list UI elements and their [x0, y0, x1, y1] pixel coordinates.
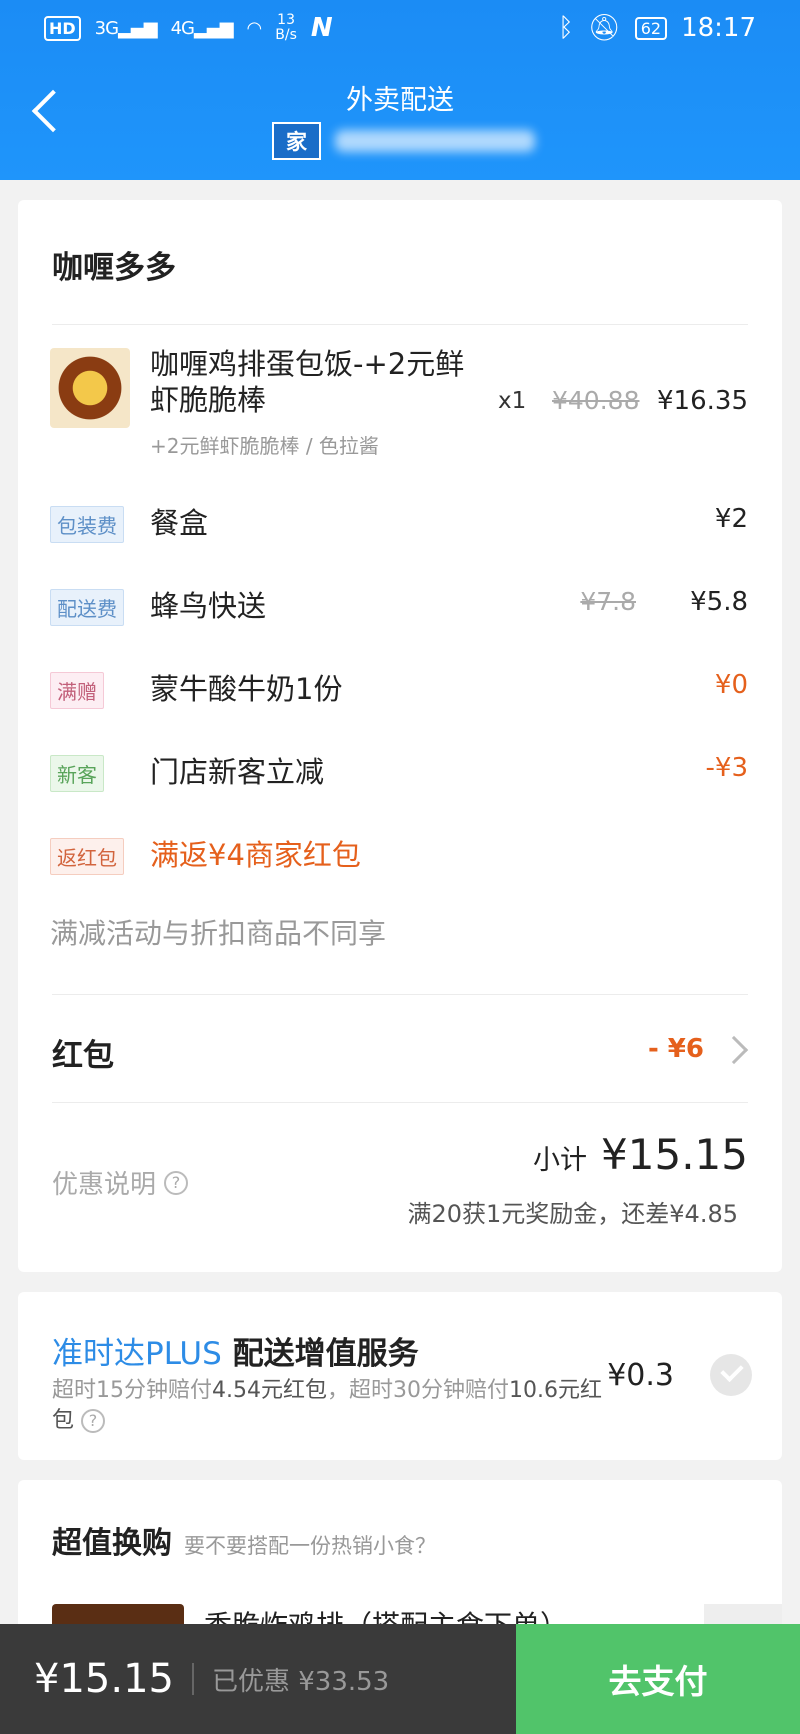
fee-label: 蜂鸟快送 — [150, 589, 267, 623]
hongbao-value: - ¥6 — [647, 1034, 704, 1064]
status-bar: HD 3G▂▄▆ 4G▂▄▆ ◠ 13 B/s N ᛒ 🔕︎ 62 18:17 — [0, 0, 800, 56]
clock-time: 18:17 — [681, 13, 756, 43]
food-image — [50, 348, 130, 428]
bluetooth-icon: ᛒ — [558, 13, 574, 43]
hd-icon: HD — [44, 15, 81, 41]
plus-service-card[interactable]: 准时达PLUS 配送增值服务 超时15分钟赔付4.54元红包，超时30分钟赔付1… — [18, 1292, 782, 1460]
total-section: ¥15.15 已优惠 ¥33.53 — [0, 1624, 516, 1734]
plus-brand: 准时达PLUS — [52, 1336, 222, 1372]
deals-title: 超值换购 — [52, 1526, 172, 1561]
network-speed: 13 B/s — [275, 12, 297, 43]
plus-service-title: 准时达PLUS 配送增值服务 — [52, 1336, 419, 1372]
item-spec: +2元鲜虾脆脆棒 / 色拉酱 — [150, 434, 379, 458]
deals-subtitle: 要不要搭配一份热销小食？ — [184, 1534, 436, 1558]
item-quantity: x1 — [498, 388, 527, 414]
deals-header: 超值换购 要不要搭配一份热销小食？ — [52, 1518, 436, 1562]
divider — [52, 994, 748, 995]
address-tag: 家 — [272, 122, 321, 160]
total-amount: ¥15.15 — [34, 1656, 174, 1702]
battery-icon: 62 — [634, 16, 668, 40]
fee-row-gift: 满赠 蒙牛酸牛奶1份 ¥0 — [50, 666, 748, 710]
promo-label: 优惠说明 — [52, 1170, 157, 1200]
fee-row-delivery: 配送费 蜂鸟快送 ¥7.8 ¥5.8 — [50, 583, 748, 627]
app-n-icon: N — [310, 13, 333, 43]
bottom-bar: ¥15.15 已优惠 ¥33.53 去支付 — [0, 1624, 800, 1734]
address-selector[interactable]: 家 — [272, 122, 535, 160]
promo-info-link[interactable]: 优惠说明 ? — [52, 1164, 189, 1201]
fee-label: 满返¥4商家红包 — [150, 838, 361, 872]
fee-tag: 新客 — [50, 755, 104, 792]
fee-label: 餐盒 — [150, 506, 209, 540]
fee-price: ¥0 — [714, 670, 748, 700]
divider — [52, 1102, 748, 1103]
fee-row-new-customer: 新客 门店新客立减 -¥3 — [50, 749, 748, 793]
subtotal-label: 小计 — [533, 1145, 588, 1176]
fee-tag: 包装费 — [50, 506, 124, 543]
page-title: 外卖配送 — [346, 85, 454, 116]
item-original-price: ¥40.88 — [552, 386, 640, 415]
subtotal-value: ¥15.15 — [601, 1130, 748, 1179]
item-price: ¥16.35 — [657, 386, 748, 416]
plus-service-price: ¥0.3 — [607, 1358, 674, 1393]
subtotal: 小计 ¥15.15 — [533, 1130, 748, 1179]
fee-price: ¥2 — [714, 504, 748, 534]
fee-tag: 返红包 — [50, 838, 124, 875]
chevron-right-icon — [719, 1035, 749, 1065]
fee-label: 门店新客立减 — [150, 755, 325, 789]
check-circle-icon[interactable] — [710, 1354, 752, 1396]
item-name: 咖喱鸡排蛋包饭-+2元鲜虾脆脆棒 — [150, 347, 465, 417]
divider — [191, 1663, 194, 1695]
signal-3g-icon: 3G▂▄▆ — [94, 17, 158, 39]
divider — [52, 324, 748, 325]
shop-name: 咖喱多多 — [52, 250, 176, 286]
fee-label: 蒙牛酸牛奶1份 — [150, 672, 343, 706]
fee-row-packaging: 包装费 餐盒 ¥2 — [50, 500, 748, 544]
fee-row-cashback: 返红包 满返¥4商家红包 — [50, 832, 748, 876]
signal-4g-icon: 4G▂▄▆ — [170, 17, 234, 39]
address-text-blurred — [335, 130, 535, 152]
fee-price: -¥3 — [705, 753, 748, 783]
mute-bell-icon: 🔕︎ — [587, 13, 621, 43]
header: HD 3G▂▄▆ 4G▂▄▆ ◠ 13 B/s N ᛒ 🔕︎ 62 18:17 外… — [0, 0, 800, 180]
fee-price: ¥5.8 — [690, 587, 748, 617]
plus-service-desc: 超时15分钟赔付4.54元红包，超时30分钟赔付10.6元红包 ? — [52, 1378, 602, 1433]
order-card: 咖喱多多 咖喱鸡排蛋包饭-+2元鲜虾脆脆棒 +2元鲜虾脆脆棒 / 色拉酱 x1 … — [18, 200, 782, 1272]
saved-amount: 已优惠 ¥33.53 — [211, 1666, 390, 1697]
question-circle-icon: ? — [164, 1170, 189, 1195]
pay-button[interactable]: 去支付 — [516, 1624, 800, 1734]
discount-notice: 满减活动与折扣商品不同享 — [50, 917, 387, 950]
fee-tag: 满赠 — [50, 672, 104, 709]
fee-tag: 配送费 — [50, 589, 124, 626]
bonus-text: 满20获1元奖励金，还差¥4.85 — [407, 1200, 738, 1228]
wifi-icon: ◠ — [246, 17, 263, 39]
fee-original-price: ¥7.8 — [580, 587, 636, 616]
hongbao-label: 红包 — [52, 1038, 114, 1074]
question-circle-icon[interactable]: ? — [81, 1409, 106, 1433]
